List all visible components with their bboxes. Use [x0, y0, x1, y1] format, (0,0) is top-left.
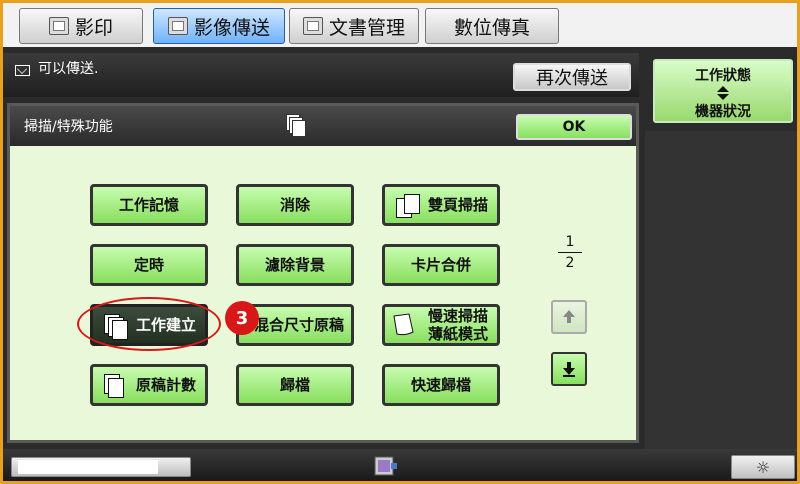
slider-fill	[18, 460, 158, 474]
tab-document-filing[interactable]: 文書管理	[289, 8, 419, 44]
original-count-label: 原稿計數	[135, 376, 196, 394]
display-brightness-button[interactable]: ☼	[731, 455, 795, 479]
tab-copy[interactable]: 影印	[19, 8, 143, 44]
resend-button[interactable]: 再次傳送	[513, 63, 631, 91]
job-program-button[interactable]: 工作記憶	[90, 184, 208, 226]
dual-page-scan-label: 雙頁掃描	[427, 196, 488, 214]
machine-status-label: 機器狀況	[695, 104, 751, 120]
suppress-background-label: 濾除背景	[264, 256, 325, 274]
timer-button[interactable]: 定時	[90, 244, 208, 286]
card-shot-button[interactable]: 卡片合併	[382, 244, 500, 286]
envelope-icon	[15, 65, 30, 76]
right-side-panel	[645, 131, 797, 449]
page-up-button[interactable]	[551, 300, 587, 334]
slow-scan-mode-button[interactable]: 慢速掃描薄紙模式	[382, 304, 500, 346]
page-down-button[interactable]	[551, 352, 587, 386]
quick-file-label: 快速歸檔	[410, 376, 471, 394]
tab-image-send-label: 影像傳送	[193, 16, 270, 39]
step-badge: 3	[225, 301, 259, 335]
card-shot-label: 卡片合併	[410, 256, 471, 274]
highlight-circle	[77, 297, 221, 351]
file-button[interactable]: 歸檔	[236, 364, 354, 406]
copy-icon	[48, 17, 69, 35]
dual-page-scan-button[interactable]: 雙頁掃描	[382, 184, 500, 226]
arrow-down-icon	[563, 362, 575, 377]
message-bar: 可以傳送. 再次傳送	[3, 53, 639, 97]
up-down-arrow-icon	[717, 86, 729, 100]
scanner-icon	[369, 453, 401, 479]
thin-paper-icon	[391, 312, 417, 338]
bottom-bar: ☼	[3, 449, 797, 481]
tab-image-send[interactable]: 影像傳送	[153, 8, 285, 44]
arrow-up-icon	[563, 310, 575, 323]
job-status-button[interactable]: 工作狀態 機器狀況	[653, 59, 793, 123]
job-program-label: 工作記憶	[118, 196, 179, 214]
sun-icon: ☼	[755, 457, 771, 477]
tab-copy-label: 影印	[74, 16, 113, 39]
tab-digital-fax-label: 數位傳真	[453, 16, 530, 39]
original-count-button[interactable]: 原稿計數	[90, 364, 208, 406]
original-count-icon	[102, 372, 128, 398]
panel-header: 掃描/特殊功能 OK	[10, 106, 636, 146]
tab-document-filing-label: 文書管理	[328, 16, 405, 39]
erase-label: 消除	[279, 196, 310, 214]
ok-button[interactable]: OK	[516, 114, 632, 140]
job-status-label: 工作狀態	[695, 68, 751, 84]
slow-scan-mode-label: 慢速掃描薄紙模式	[427, 307, 488, 343]
page-current: 1	[558, 234, 582, 253]
quick-file-button[interactable]: 快速歸檔	[382, 364, 500, 406]
document-stack-icon	[286, 114, 306, 137]
dual-page-icon	[394, 192, 420, 218]
brightness-slider[interactable]	[11, 457, 191, 477]
image-send-icon	[167, 17, 188, 35]
status-message: 可以傳送.	[38, 61, 99, 77]
document-filing-icon	[302, 17, 323, 35]
file-label: 歸檔	[279, 376, 310, 394]
suppress-background-button[interactable]: 濾除背景	[236, 244, 354, 286]
timer-label: 定時	[133, 256, 164, 274]
screen-frame: 影印 影像傳送 文書管理 數位傳真 可以傳送. 再次傳送 工作狀態 機器狀況 掃…	[0, 0, 800, 484]
special-modes-panel: 掃描/特殊功能 OK 工作記憶 消除 雙頁掃描 定時 濾除背景 卡片合併 工作建…	[7, 103, 639, 443]
page-indicator: 1 2	[558, 234, 582, 271]
erase-button[interactable]: 消除	[236, 184, 354, 226]
panel-title: 掃描/特殊功能	[24, 119, 113, 135]
mode-tab-bar: 影印 影像傳送 文書管理 數位傳真	[3, 3, 797, 47]
page-total: 2	[565, 255, 575, 271]
tab-digital-fax[interactable]: 數位傳真	[425, 8, 559, 44]
